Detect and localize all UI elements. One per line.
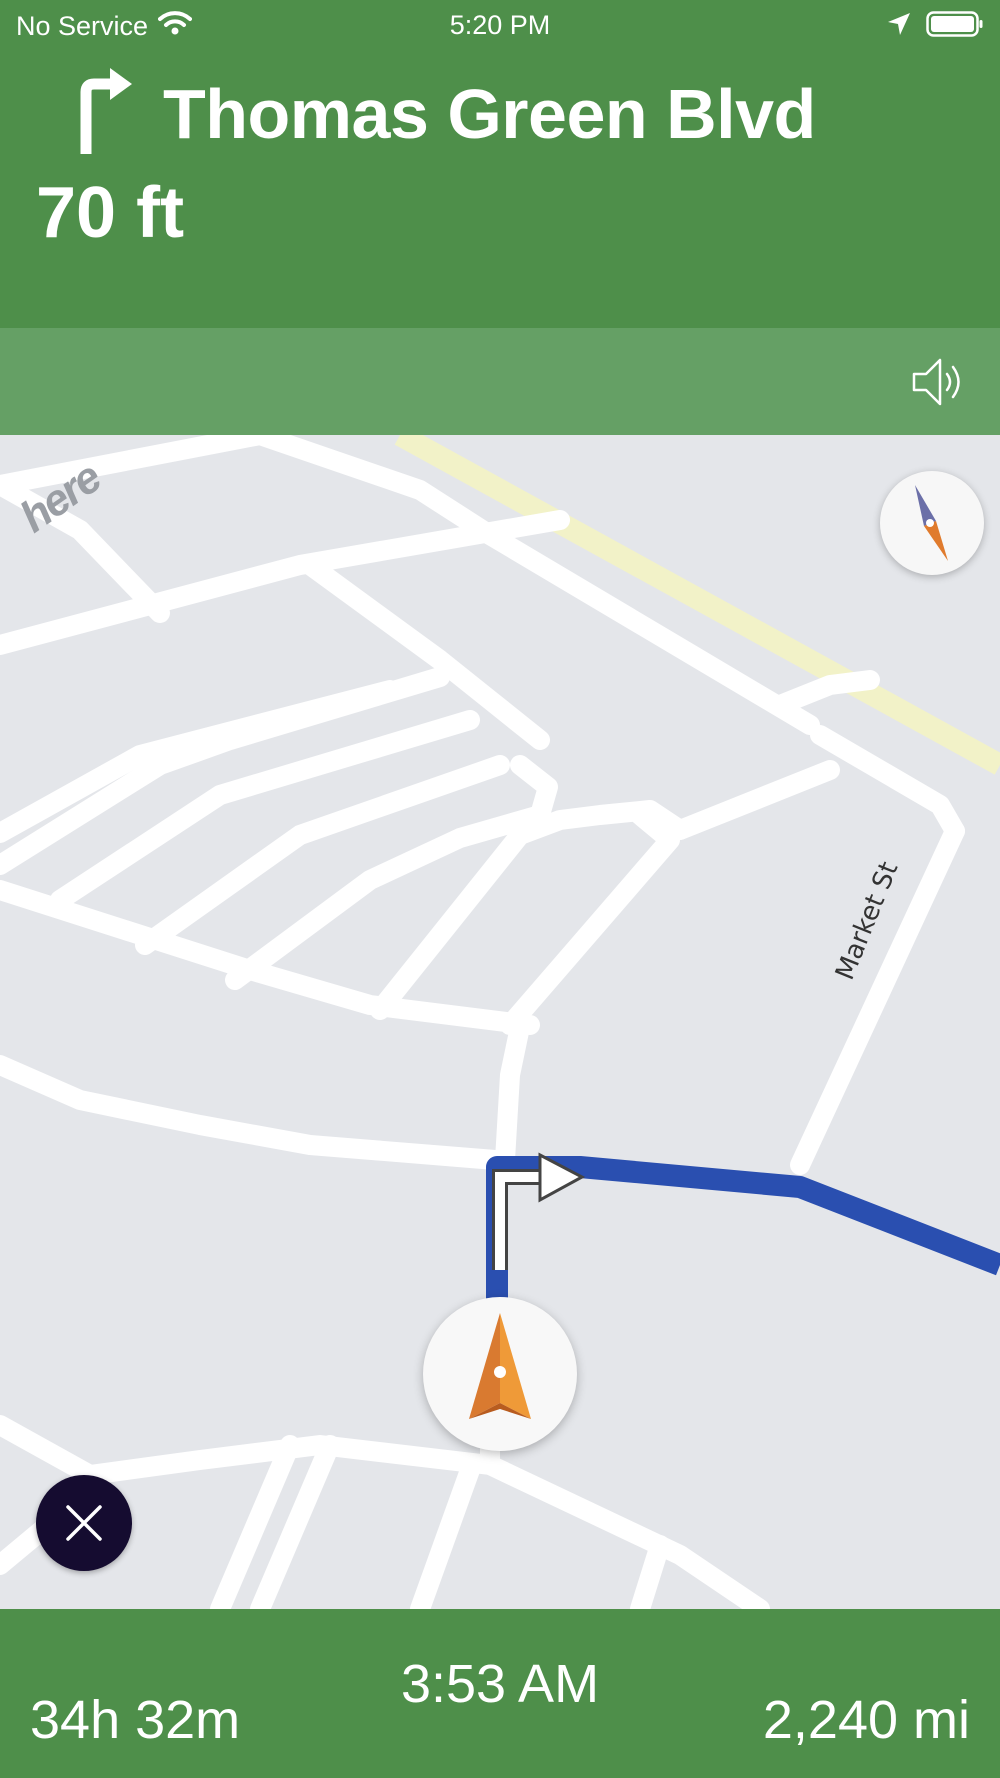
next-street-name: Thomas Green Blvd bbox=[163, 75, 816, 153]
status-right bbox=[886, 10, 984, 43]
remaining-distance: 2,240 mi bbox=[762, 1690, 970, 1750]
audio-bar bbox=[0, 328, 1000, 435]
trip-summary-bar: 34h 32m 3:53 AM 2,240 mi bbox=[0, 1609, 1000, 1778]
status-bar: No Service 5:20 PM bbox=[0, 0, 1000, 50]
maneuver-distance: 70 ft bbox=[36, 173, 185, 253]
compass-button[interactable] bbox=[880, 471, 984, 575]
close-navigation-button[interactable] bbox=[36, 1475, 132, 1571]
navigation-arrow-icon bbox=[469, 1313, 531, 1419]
speaker-button[interactable] bbox=[910, 352, 970, 412]
turn-right-arrow-icon bbox=[72, 66, 134, 161]
current-position-marker bbox=[423, 1297, 577, 1451]
speaker-icon bbox=[912, 358, 960, 406]
battery-icon bbox=[926, 10, 984, 43]
close-icon bbox=[66, 1505, 102, 1541]
map-view[interactable]: here Market St bbox=[0, 435, 1000, 1609]
maneuver-panel: Thomas Green Blvd 70 ft bbox=[0, 50, 1000, 328]
location-arrow-icon bbox=[886, 11, 912, 42]
status-time: 5:20 PM bbox=[449, 10, 551, 40]
compass-icon bbox=[915, 485, 948, 561]
